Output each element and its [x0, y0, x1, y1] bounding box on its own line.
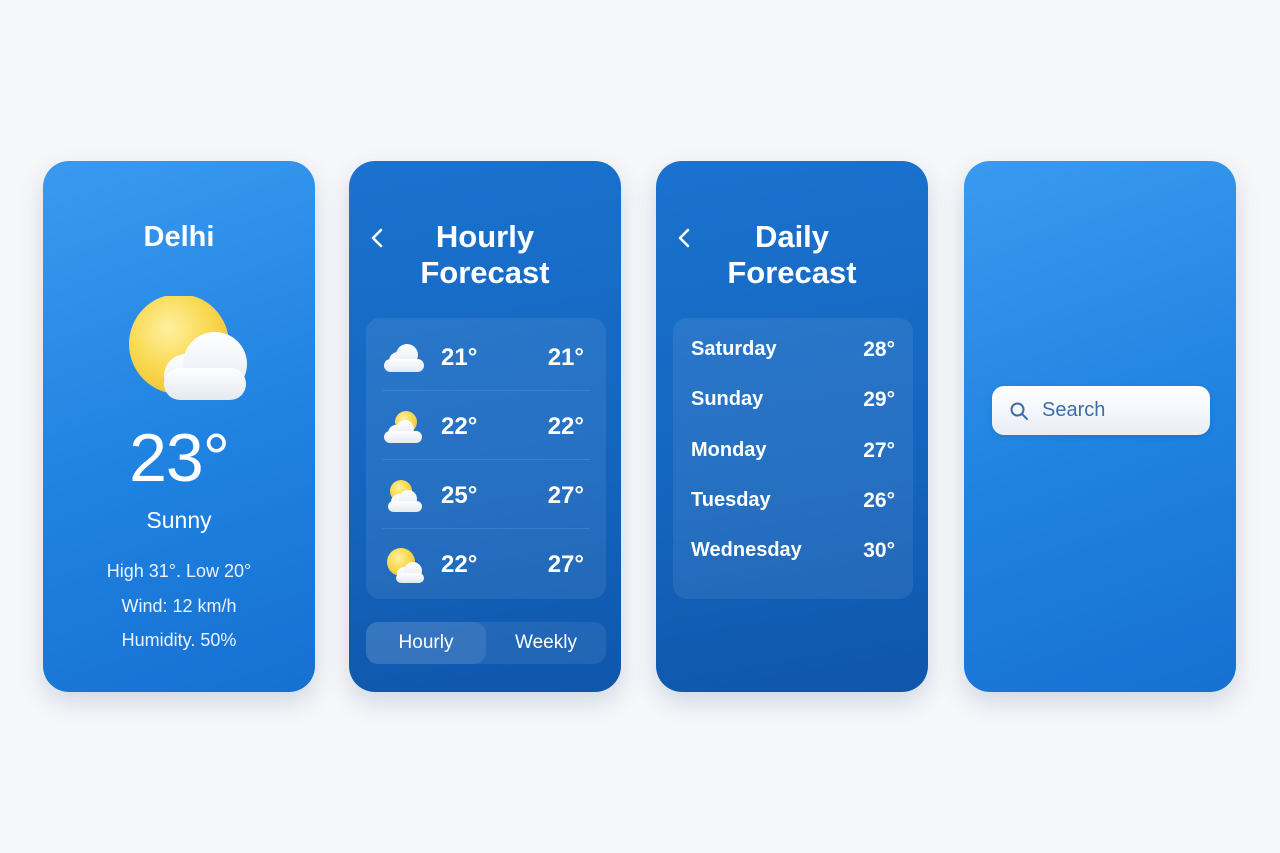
- page-title: Hourly Forecast: [389, 219, 581, 291]
- sun-behind-cloud-icon: [129, 296, 247, 400]
- list-item[interactable]: 21° 21°: [366, 322, 606, 391]
- day-temp: 26°: [863, 489, 895, 512]
- day-temp: 27°: [863, 439, 895, 462]
- temp-primary: 22°: [441, 413, 478, 440]
- day-name: Wednesday: [691, 539, 802, 561]
- current-weather-screen: Delhi 23° Sunny High 31°. Low 20° Wind: …: [43, 161, 315, 692]
- list-item[interactable]: Saturday 28°: [673, 326, 913, 376]
- list-item[interactable]: Tuesday 26°: [673, 477, 913, 527]
- partly-cloudy-icon: [384, 411, 422, 443]
- temp-secondary: 27°: [547, 551, 584, 578]
- chevron-left-icon[interactable]: [367, 225, 387, 251]
- search-icon: [1010, 402, 1028, 420]
- title-line-2: Forecast: [727, 255, 857, 290]
- high-low-text: High 31°. Low 20°: [106, 561, 252, 581]
- day-temp: 28°: [863, 338, 895, 361]
- hourly-forecast-screen: Hourly Forecast 21° 21° 22° 22° 25° 27° …: [349, 161, 621, 692]
- list-item[interactable]: 25° 27°: [366, 460, 606, 529]
- daily-list: Saturday 28° Sunday 29° Monday 27° Tuesd…: [673, 318, 913, 599]
- day-temp: 29°: [863, 388, 895, 411]
- temp-primary: 25°: [441, 482, 478, 509]
- chevron-left-icon[interactable]: [674, 225, 694, 251]
- title-line-1: Hourly: [435, 219, 535, 254]
- humidity-text: Humidity. 50%: [121, 630, 237, 650]
- sun-behind-cloud-icon: [387, 548, 424, 583]
- day-temp: 30°: [863, 539, 895, 562]
- page-title: Daily Forecast: [696, 219, 888, 291]
- weather-condition: Sunny: [146, 507, 212, 533]
- day-name: Saturday: [691, 338, 777, 360]
- list-item[interactable]: Sunday 29°: [673, 376, 913, 426]
- hourly-list: 21° 21° 22° 22° 25° 27° 22° 27°: [366, 318, 606, 599]
- partly-cloudy-icon: [388, 480, 422, 512]
- view-toggle: Hourly Weekly: [366, 622, 606, 664]
- day-name: Monday: [691, 439, 767, 461]
- tab-hourly[interactable]: Hourly: [366, 622, 486, 664]
- temp-secondary: 27°: [547, 482, 584, 509]
- title-line-1: Daily: [754, 219, 830, 254]
- search-input[interactable]: Search: [992, 386, 1210, 435]
- list-item[interactable]: Monday 27°: [673, 427, 913, 477]
- temp-primary: 22°: [441, 551, 478, 578]
- stage: Delhi 23° Sunny High 31°. Low 20° Wind: …: [0, 0, 1280, 853]
- daily-forecast-screen: Daily Forecast Saturday 28° Sunday 29° M…: [656, 161, 928, 692]
- temp-primary: 21°: [441, 344, 478, 371]
- title-line-2: Forecast: [420, 255, 550, 290]
- cloud-icon: [384, 344, 424, 372]
- temp-secondary: 22°: [547, 413, 584, 440]
- city-name: Delhi: [143, 221, 215, 253]
- list-item[interactable]: 22° 27°: [366, 529, 606, 598]
- list-item[interactable]: Wednesday 30°: [673, 527, 913, 577]
- search-screen: Search: [964, 161, 1236, 692]
- day-name: Tuesday: [691, 489, 771, 511]
- current-temperature: 23°: [129, 420, 230, 496]
- list-item[interactable]: 22° 22°: [366, 391, 606, 460]
- wind-text: Wind: 12 km/h: [121, 596, 237, 616]
- search-placeholder: Search: [1042, 399, 1106, 421]
- temp-secondary: 21°: [547, 344, 584, 371]
- tab-weekly[interactable]: Weekly: [486, 622, 606, 664]
- day-name: Sunday: [691, 388, 764, 410]
